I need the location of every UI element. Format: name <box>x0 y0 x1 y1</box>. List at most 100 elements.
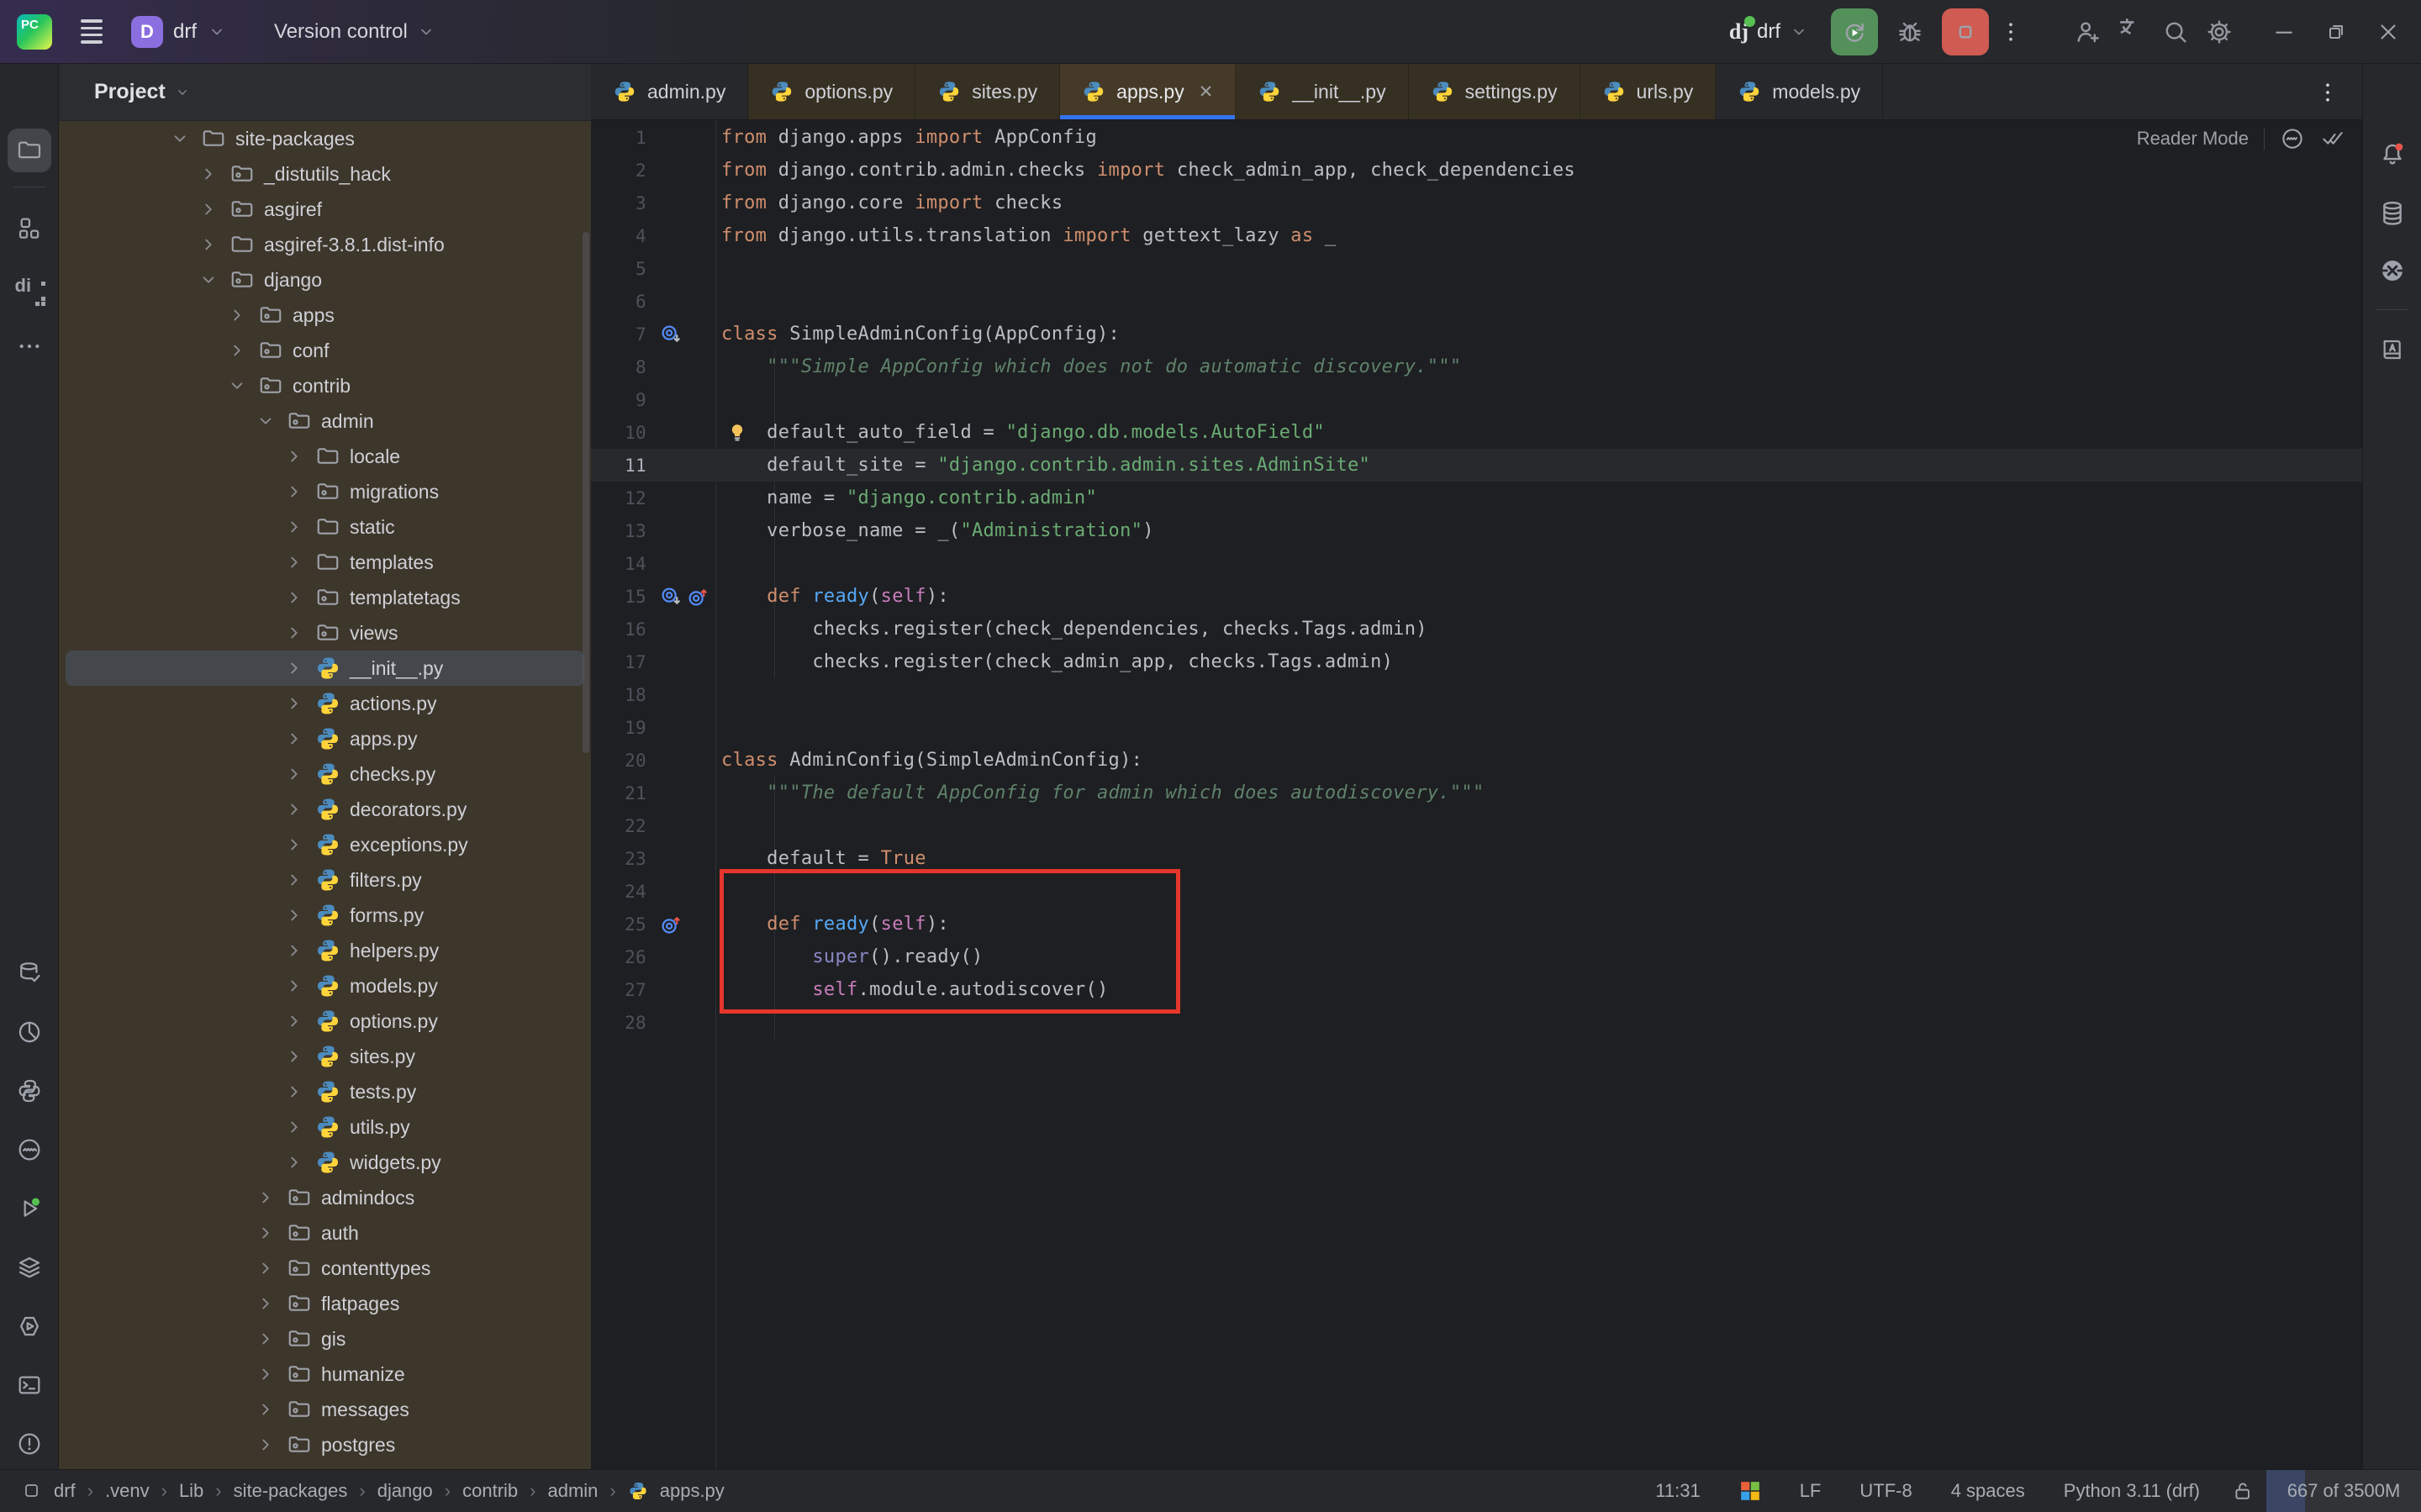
stop-button[interactable] <box>1942 8 1989 55</box>
chevron-right-icon[interactable] <box>279 657 309 679</box>
interpreter-selector[interactable]: Python 3.11 (drf) <box>2044 1470 2219 1512</box>
tree-item-models-py[interactable]: models.py <box>59 968 591 1004</box>
chevron-right-icon[interactable] <box>279 798 309 820</box>
breadcrumb-lib[interactable]: Lib <box>179 1480 203 1502</box>
chevron-right-icon[interactable] <box>193 163 224 185</box>
code-line-21[interactable]: 21 """The default AppConfig for admin wh… <box>591 777 2362 809</box>
chevron-right-icon[interactable] <box>251 1257 281 1279</box>
main-menu-icon[interactable] <box>77 16 106 47</box>
chevron-right-icon[interactable] <box>251 1187 281 1209</box>
tree-item-gis[interactable]: gis <box>59 1321 591 1357</box>
editor-tab-models-py[interactable]: models.py <box>1716 64 1884 119</box>
tree-item-templates[interactable]: templates <box>59 545 591 580</box>
tree-item-templatetags[interactable]: templatetags <box>59 580 591 615</box>
editor-tab-options-py[interactable]: options.py <box>748 64 916 119</box>
code-line-17[interactable]: 17 checks.register(check_admin_app, chec… <box>591 645 2362 678</box>
run-tool-icon[interactable] <box>8 1187 51 1230</box>
maximize-icon[interactable] <box>2310 0 2362 64</box>
tree-item-conf[interactable]: conf <box>59 333 591 368</box>
tree-item-asgiref-3-8-1-dist-info[interactable]: asgiref-3.8.1.dist-info <box>59 227 591 262</box>
notifications-bell-icon[interactable] <box>2371 133 2414 176</box>
structure-icon[interactable] <box>8 207 51 250</box>
tree-item-actions-py[interactable]: actions.py <box>59 686 591 721</box>
run-status-square-icon[interactable] <box>22 1481 42 1501</box>
chevron-right-icon[interactable] <box>279 869 309 891</box>
chevron-right-icon[interactable] <box>222 304 252 326</box>
editor-gutter[interactable]: 28 <box>591 1006 715 1039</box>
memory-indicator[interactable]: 667 of 3500M <box>2266 1469 2421 1512</box>
overridden-marker-icon[interactable] <box>658 584 683 609</box>
tree-item-sites-py[interactable]: sites.py <box>59 1039 591 1074</box>
breadcrumb-drf[interactable]: drf <box>54 1480 76 1502</box>
problems-icon[interactable] <box>8 1422 51 1466</box>
tree-item--distutils-hack[interactable]: _distutils_hack <box>59 156 591 192</box>
tree-item-static[interactable]: static <box>59 509 591 545</box>
chevron-right-icon[interactable] <box>251 1363 281 1385</box>
chevron-right-icon[interactable] <box>279 551 309 573</box>
tree-item-decorators-py[interactable]: decorators.py <box>59 792 591 827</box>
project-widget[interactable]: D drf <box>131 15 227 48</box>
caret-position[interactable]: 11:31 <box>1636 1470 1719 1512</box>
tree-item-site-packages[interactable]: site-packages <box>59 121 591 156</box>
chevron-right-icon[interactable] <box>279 1046 309 1067</box>
tree-item-asgiref[interactable]: asgiref <box>59 192 591 227</box>
code-line-16[interactable]: 16 checks.register(check_dependencies, c… <box>591 613 2362 645</box>
tree-item-views[interactable]: views <box>59 615 591 651</box>
minimize-icon[interactable] <box>2258 0 2310 64</box>
editor-gutter[interactable]: 11 <box>591 449 715 482</box>
code-line-18[interactable]: 18 <box>591 678 2362 711</box>
editor-gutter[interactable]: 27 <box>591 973 715 1006</box>
translate-icon[interactable]: A <box>2110 5 2154 59</box>
breadcrumb-apps-py[interactable]: apps.py <box>628 1480 725 1502</box>
code-line-8[interactable]: 8 """Simple AppConfig which does not do … <box>591 350 2362 383</box>
tab-close-icon[interactable]: ✕ <box>1195 82 1214 103</box>
project-scrollbar[interactable] <box>583 232 589 753</box>
code-line-22[interactable]: 22 <box>591 809 2362 842</box>
code-line-1[interactable]: 1 from django.apps import AppConfig <box>591 121 2362 154</box>
tree-item-admindocs[interactable]: admindocs <box>59 1180 591 1215</box>
editor-tab-sites-py[interactable]: sites.py <box>915 64 1061 119</box>
no-problems-check-icon[interactable] <box>2320 126 2345 151</box>
chevron-right-icon[interactable] <box>279 622 309 644</box>
breadcrumb-admin[interactable]: admin <box>547 1480 598 1502</box>
editor-gutter[interactable]: 3 <box>591 187 715 219</box>
editor-gutter[interactable]: 26 <box>591 940 715 973</box>
overridden-marker-icon[interactable] <box>658 322 683 347</box>
editor-gutter[interactable]: 7 <box>591 318 715 350</box>
editor-gutter[interactable]: 25 <box>591 908 715 940</box>
run-anything-hex-icon[interactable] <box>8 1304 51 1348</box>
more-kebab-icon[interactable] <box>1989 5 2033 59</box>
encoding-selector[interactable]: UTF-8 <box>1840 1470 1931 1512</box>
tree-item-options-py[interactable]: options.py <box>59 1004 591 1039</box>
editor-gutter[interactable]: 20 <box>591 744 715 777</box>
editor-gutter[interactable]: 23 <box>591 842 715 875</box>
chevron-right-icon[interactable] <box>279 587 309 608</box>
editor-gutter[interactable]: 22 <box>591 809 715 842</box>
editor-gutter[interactable]: 16 <box>591 613 715 645</box>
breadcrumb-django[interactable]: django <box>377 1480 433 1502</box>
chevron-right-icon[interactable] <box>193 198 224 220</box>
chevron-right-icon[interactable] <box>279 904 309 926</box>
inspections-widget-icon[interactable] <box>2280 126 2305 151</box>
line-ending-selector[interactable]: LF <box>1780 1470 1841 1512</box>
editor-gutter[interactable]: 12 <box>591 482 715 514</box>
tree-item-apps[interactable]: apps <box>59 298 591 333</box>
chevron-right-icon[interactable] <box>193 234 224 256</box>
tree-item-apps-py[interactable]: apps.py <box>59 721 591 756</box>
indent-selector[interactable]: 4 spaces <box>1932 1470 2044 1512</box>
breadcrumb-contrib[interactable]: contrib <box>462 1480 518 1502</box>
chevron-right-icon[interactable] <box>279 693 309 714</box>
editor-tab--init-py[interactable]: __init__.py <box>1236 64 1409 119</box>
tree-item-flatpages[interactable]: flatpages <box>59 1286 591 1321</box>
project-folder-icon[interactable] <box>7 129 51 172</box>
editor-gutter[interactable]: 18 <box>591 678 715 711</box>
tree-item-messages[interactable]: messages <box>59 1392 591 1427</box>
chevron-down-icon[interactable] <box>165 128 195 150</box>
project-panel-header[interactable]: Project <box>59 64 591 121</box>
code-line-4[interactable]: 4 from django.utils.translation import ge… <box>591 219 2362 252</box>
tree-item-humanize[interactable]: humanize <box>59 1357 591 1392</box>
tree-item-utils-py[interactable]: utils.py <box>59 1109 591 1145</box>
chevron-right-icon[interactable] <box>279 763 309 785</box>
editor-gutter[interactable]: 2 <box>591 154 715 187</box>
overrides-marker-icon[interactable] <box>685 584 710 609</box>
